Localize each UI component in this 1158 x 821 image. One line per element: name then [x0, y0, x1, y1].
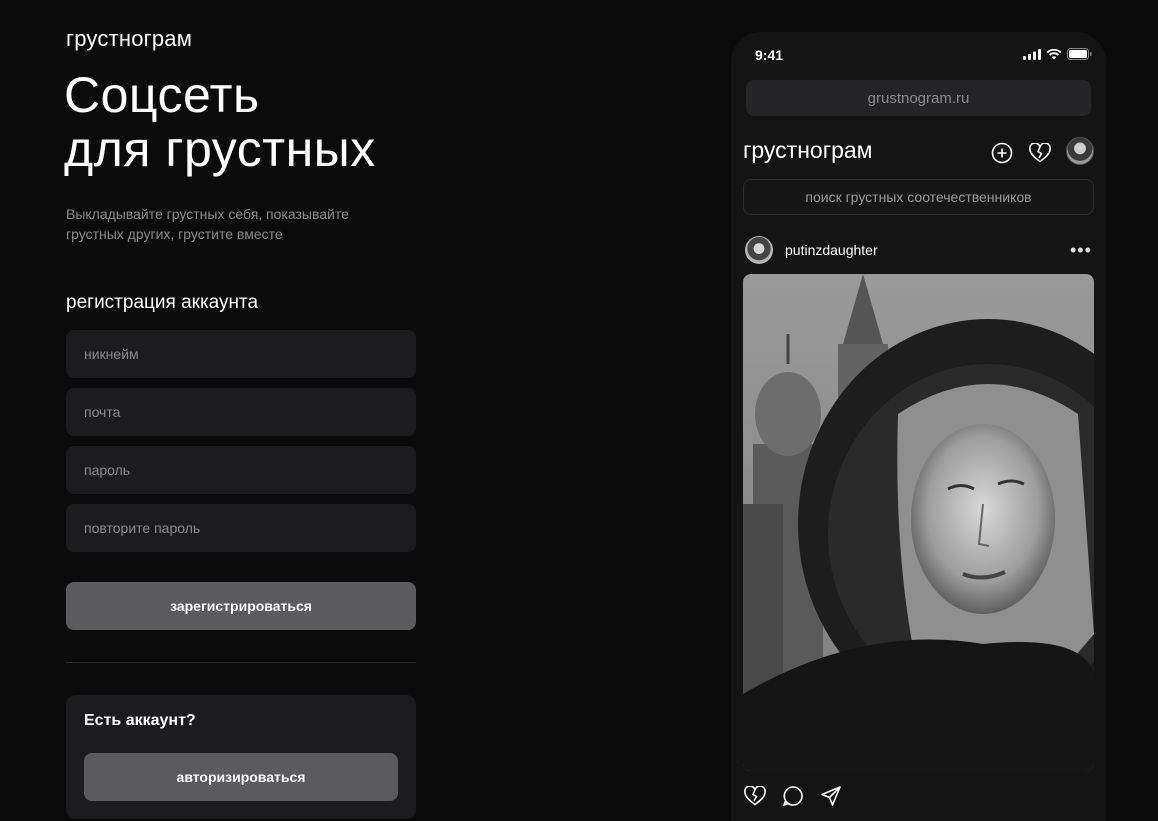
- hero-title-line-2: для грустных: [64, 121, 376, 177]
- login-title: Есть аккаунт?: [84, 712, 196, 729]
- email-input[interactable]: [66, 388, 416, 436]
- hero-subtitle: Выкладывайте грустных себя, показывайте …: [66, 206, 349, 242]
- register-button[interactable]: зарегистрироваться: [66, 582, 416, 630]
- signal-icon: [1023, 48, 1041, 60]
- status-icons: [1023, 48, 1092, 60]
- profile-avatar[interactable]: [1066, 137, 1094, 165]
- battery-icon: [1067, 48, 1092, 60]
- post-username[interactable]: putinzdaughter: [785, 242, 878, 258]
- search-input[interactable]: поиск грустных соотечественников: [743, 179, 1094, 215]
- broken-heart-icon[interactable]: [1027, 140, 1053, 166]
- comment-bubble-icon[interactable]: [781, 784, 805, 808]
- login-card: Есть аккаунт? авторизироваться: [66, 695, 416, 819]
- app-title[interactable]: грустнограм: [743, 137, 872, 164]
- password-input[interactable]: [66, 446, 416, 494]
- hero-title: Соцсеть для грустных: [64, 68, 376, 176]
- post-actions: [743, 784, 843, 808]
- phone-mockup: 9:41 grustnogram.ru грустнограм поиск гр…: [731, 32, 1106, 821]
- repeat-password-input[interactable]: [66, 504, 416, 552]
- status-time: 9:41: [755, 47, 784, 63]
- login-button[interactable]: авторизироваться: [84, 753, 398, 801]
- plus-circle-icon[interactable]: [989, 140, 1015, 166]
- post-photo[interactable]: [743, 274, 1094, 771]
- hero-title-line-1: Соцсеть: [64, 67, 260, 123]
- more-options-icon[interactable]: •••: [1070, 240, 1092, 261]
- registration-title: регистрация аккаунта: [66, 292, 259, 313]
- divider: [66, 662, 416, 663]
- send-icon[interactable]: [819, 784, 843, 808]
- post-author-avatar[interactable]: [745, 236, 773, 264]
- broken-heart-icon[interactable]: [743, 784, 767, 808]
- wifi-icon: [1046, 48, 1062, 59]
- brand-logo[interactable]: грустнограм: [66, 26, 192, 52]
- url-bar[interactable]: grustnogram.ru: [746, 80, 1091, 116]
- nickname-input[interactable]: [66, 330, 416, 378]
